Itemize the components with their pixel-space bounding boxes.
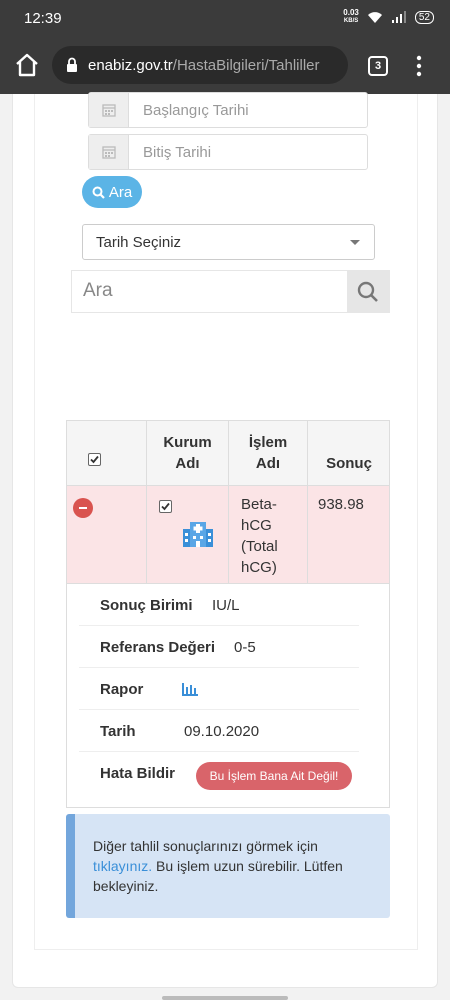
calendar-icon	[89, 93, 129, 127]
not-my-record-button[interactable]: Bu İşlem Bana Ait Değil!	[196, 762, 352, 790]
detail-reference: Referans Değeri 0-5	[79, 626, 359, 668]
detail-reference-label: Referans Değeri	[100, 639, 216, 656]
column-divider	[307, 486, 308, 583]
column-divider	[146, 486, 147, 583]
detail-date-value: 09.10.2020	[184, 723, 260, 740]
search-button[interactable]: Ara	[82, 176, 142, 208]
detail-date-label: Tarih	[100, 723, 136, 740]
lock-icon	[67, 57, 77, 72]
tab-switcher-button[interactable]: 3	[368, 56, 388, 76]
more-results-link[interactable]: tıklayınız.	[93, 858, 152, 874]
info-text: Diğer tahlil sonuçlarınızı görmek için t…	[93, 838, 343, 894]
detail-report-label: Rapor	[100, 681, 144, 698]
header-institution: Kurum Adı	[163, 434, 212, 472]
battery-indicator: 52	[414, 10, 434, 24]
search-button-label: Ara	[108, 183, 133, 201]
select-all-checkbox[interactable]	[88, 453, 101, 466]
minus-icon	[79, 507, 87, 509]
detail-reference-value: 0-5	[234, 639, 256, 656]
search-input[interactable]: Ara	[71, 270, 390, 313]
search-submit-button[interactable]	[347, 271, 389, 312]
search-icon	[357, 281, 378, 302]
detail-unit-value: IU/L	[212, 597, 240, 614]
status-icons: 0.03 KB/S 52	[343, 9, 434, 25]
search-icon	[92, 186, 105, 199]
network-speed: 0.03 KB/S	[343, 8, 359, 25]
start-date-field[interactable]: Başlangıç Tarihi	[88, 92, 368, 128]
process-name: Beta- hCG (Total hCG)	[241, 496, 278, 576]
column-divider	[228, 486, 229, 583]
header-process: İşlem Adı	[248, 434, 288, 472]
browser-toolbar: enabiz.gov.tr/HastaBilgileri/Tahliller 3	[0, 38, 450, 94]
search-placeholder: Ara	[83, 280, 113, 301]
status-bar: 12:39 0.03 KB/S 52	[0, 0, 450, 38]
detail-unit: Sonuç Birimi IU/L	[79, 584, 359, 626]
hospital-icon	[183, 522, 213, 547]
address-bar[interactable]: enabiz.gov.tr/HastaBilgileri/Tahliller	[52, 46, 348, 84]
row-checkbox[interactable]	[159, 500, 172, 513]
detail-report: Rapor	[79, 668, 359, 710]
detail-unit-label: Sonuç Birimi	[100, 597, 193, 614]
end-date-field[interactable]: Bitiş Tarihi	[88, 134, 368, 170]
collapse-row-button[interactable]	[73, 498, 93, 518]
report-chart-icon[interactable]	[182, 682, 198, 696]
signal-icon	[391, 11, 406, 23]
detail-date: Tarih 09.10.2020	[79, 710, 359, 752]
start-date-placeholder: Başlangıç Tarihi	[143, 102, 249, 119]
detail-error-label: Hata Bildir	[100, 765, 176, 782]
info-alert: Diğer tahlil sonuçlarınızı görmek için t…	[66, 814, 390, 918]
wifi-icon	[367, 12, 382, 23]
table-row[interactable]: Beta- hCG (Total hCG) 938.98	[66, 486, 390, 584]
calendar-icon	[89, 135, 129, 169]
result-value: 938.98	[318, 496, 364, 513]
end-date-placeholder: Bitiş Tarihi	[143, 144, 212, 161]
date-select[interactable]: Tarih Seçiniz	[82, 224, 375, 260]
home-icon[interactable]	[14, 52, 40, 78]
url-text: enabiz.gov.tr/HastaBilgileri/Tahliller	[88, 57, 320, 74]
date-select-value: Tarih Seçiniz	[96, 234, 182, 251]
results-table-header: Kurum Adı İşlem Adı Sonuç	[66, 420, 390, 486]
header-result: Sonuç	[326, 455, 372, 472]
chevron-down-icon	[350, 240, 360, 245]
more-menu-icon[interactable]	[412, 54, 426, 78]
gesture-bar[interactable]	[162, 996, 288, 1000]
status-time: 12:39	[24, 10, 62, 27]
